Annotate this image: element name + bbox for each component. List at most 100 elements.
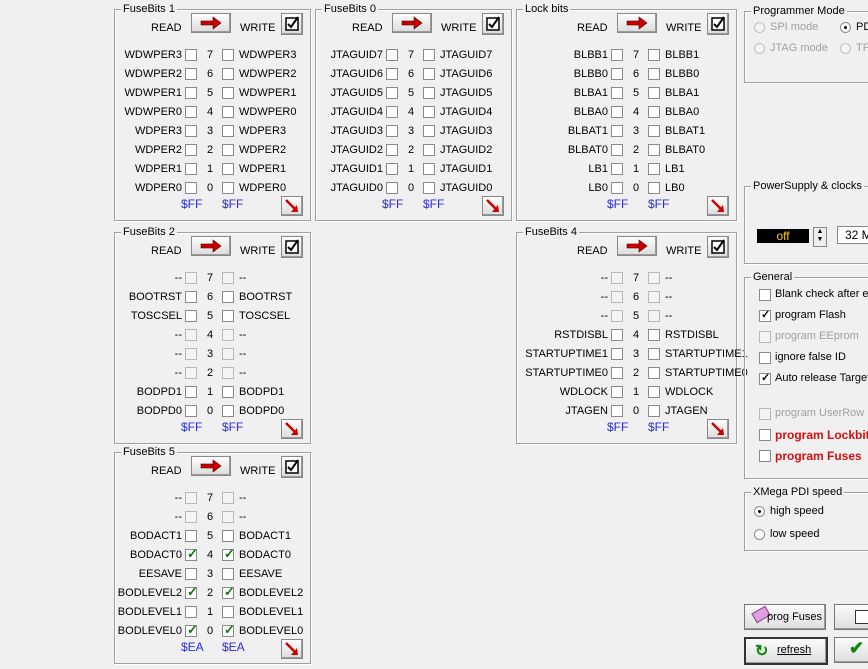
read-arrow-button[interactable] xyxy=(392,13,432,33)
read-bit-checkbox[interactable] xyxy=(185,291,197,303)
read-bit-checkbox[interactable] xyxy=(611,106,623,118)
read-arrow-button[interactable] xyxy=(191,456,231,476)
write-bit-checkbox[interactable] xyxy=(222,367,234,379)
write-bit-checkbox[interactable] xyxy=(222,144,234,156)
read-bit-checkbox[interactable] xyxy=(611,87,623,99)
read-bit-checkbox[interactable] xyxy=(386,163,398,175)
write-bit-checkbox[interactable] xyxy=(222,272,234,284)
read-arrow-button[interactable] xyxy=(191,13,231,33)
ok-button[interactable]: ✔ xyxy=(834,637,868,663)
write-check-button[interactable] xyxy=(707,13,729,35)
read-bit-checkbox[interactable] xyxy=(185,310,197,322)
general-checkbox[interactable] xyxy=(759,429,771,441)
read-arrow-button[interactable] xyxy=(617,13,657,33)
read-bit-checkbox[interactable] xyxy=(611,144,623,156)
general-checkbox[interactable] xyxy=(759,352,771,364)
edit-fuse-button[interactable] xyxy=(281,196,303,216)
read-bit-checkbox[interactable] xyxy=(185,386,197,398)
refresh-button[interactable]: ↻ refresh xyxy=(744,637,828,665)
read-bit-checkbox[interactable] xyxy=(611,386,623,398)
write-bit-checkbox[interactable] xyxy=(222,492,234,504)
read-bit-checkbox[interactable] xyxy=(386,182,398,194)
write-bit-checkbox[interactable] xyxy=(648,329,660,341)
write-bit-checkbox[interactable] xyxy=(222,386,234,398)
read-bit-checkbox[interactable] xyxy=(611,272,623,284)
write-bit-checkbox[interactable] xyxy=(648,367,660,379)
read-bit-checkbox[interactable] xyxy=(185,511,197,523)
write-bit-checkbox[interactable] xyxy=(222,530,234,542)
read-bit-checkbox[interactable] xyxy=(185,568,197,580)
general-checkbox[interactable]: ✓ xyxy=(759,372,771,385)
write-bit-checkbox[interactable]: ✓ xyxy=(222,623,235,637)
read-bit-checkbox[interactable] xyxy=(386,125,398,137)
read-arrow-button[interactable] xyxy=(191,236,231,256)
read-bit-checkbox[interactable] xyxy=(611,163,623,175)
read-bit-checkbox[interactable] xyxy=(185,530,197,542)
edit-fuse-button[interactable] xyxy=(281,639,303,659)
write-bit-checkbox[interactable] xyxy=(648,163,660,175)
write-bit-checkbox[interactable]: ✓ xyxy=(222,585,235,599)
read-arrow-button[interactable] xyxy=(617,236,657,256)
read-bit-checkbox[interactable] xyxy=(611,49,623,61)
print-button[interactable] xyxy=(834,604,868,630)
read-bit-checkbox[interactable] xyxy=(185,68,197,80)
read-bit-checkbox[interactable] xyxy=(185,163,197,175)
write-bit-checkbox[interactable] xyxy=(222,606,234,618)
write-bit-checkbox[interactable] xyxy=(423,144,435,156)
write-bit-checkbox[interactable] xyxy=(648,182,660,194)
write-bit-checkbox[interactable] xyxy=(222,49,234,61)
read-bit-checkbox[interactable]: ✓ xyxy=(185,623,198,637)
read-bit-checkbox[interactable] xyxy=(185,606,197,618)
write-bit-checkbox[interactable] xyxy=(423,87,435,99)
general-checkbox[interactable] xyxy=(759,450,771,462)
power-spin-button[interactable]: ▲ ▼ xyxy=(813,227,827,247)
edit-fuse-button[interactable] xyxy=(281,419,303,439)
write-bit-checkbox[interactable] xyxy=(648,87,660,99)
read-bit-checkbox[interactable] xyxy=(611,291,623,303)
write-bit-checkbox[interactable] xyxy=(648,405,660,417)
read-bit-checkbox[interactable] xyxy=(386,49,398,61)
write-bit-checkbox[interactable] xyxy=(222,68,234,80)
write-bit-checkbox[interactable] xyxy=(222,310,234,322)
read-bit-checkbox[interactable] xyxy=(386,106,398,118)
write-bit-checkbox[interactable] xyxy=(423,163,435,175)
write-bit-checkbox[interactable] xyxy=(648,272,660,284)
write-bit-checkbox[interactable] xyxy=(648,125,660,137)
read-bit-checkbox[interactable] xyxy=(185,144,197,156)
read-bit-checkbox[interactable] xyxy=(611,405,623,417)
general-checkbox[interactable] xyxy=(759,408,771,420)
write-bit-checkbox[interactable] xyxy=(222,182,234,194)
write-bit-checkbox[interactable] xyxy=(648,144,660,156)
read-bit-checkbox[interactable] xyxy=(611,310,623,322)
read-bit-checkbox[interactable] xyxy=(611,329,623,341)
read-bit-checkbox[interactable] xyxy=(386,144,398,156)
edit-fuse-button[interactable] xyxy=(482,196,504,216)
write-bit-checkbox[interactable] xyxy=(222,568,234,580)
edit-fuse-button[interactable] xyxy=(707,196,729,216)
read-bit-checkbox[interactable] xyxy=(611,125,623,137)
write-bit-checkbox[interactable] xyxy=(423,182,435,194)
write-bit-checkbox[interactable] xyxy=(423,106,435,118)
write-bit-checkbox[interactable] xyxy=(648,49,660,61)
write-bit-checkbox[interactable] xyxy=(648,68,660,80)
read-bit-checkbox[interactable] xyxy=(185,106,197,118)
general-checkbox[interactable]: ✓ xyxy=(759,309,771,322)
read-bit-checkbox[interactable] xyxy=(185,329,197,341)
read-bit-checkbox[interactable] xyxy=(611,367,623,379)
read-bit-checkbox[interactable]: ✓ xyxy=(185,547,198,561)
read-bit-checkbox[interactable] xyxy=(185,49,197,61)
write-bit-checkbox[interactable] xyxy=(423,68,435,80)
read-bit-checkbox[interactable] xyxy=(185,87,197,99)
write-check-button[interactable] xyxy=(482,13,504,35)
write-check-button[interactable] xyxy=(707,236,729,258)
write-bit-checkbox[interactable] xyxy=(222,87,234,99)
write-bit-checkbox[interactable] xyxy=(648,386,660,398)
read-bit-checkbox[interactable] xyxy=(611,348,623,360)
read-bit-checkbox[interactable] xyxy=(386,68,398,80)
read-bit-checkbox[interactable] xyxy=(185,125,197,137)
write-bit-checkbox[interactable] xyxy=(222,125,234,137)
write-bit-checkbox[interactable] xyxy=(423,49,435,61)
general-checkbox[interactable] xyxy=(759,289,771,301)
write-bit-checkbox[interactable] xyxy=(423,125,435,137)
write-bit-checkbox[interactable] xyxy=(648,310,660,322)
